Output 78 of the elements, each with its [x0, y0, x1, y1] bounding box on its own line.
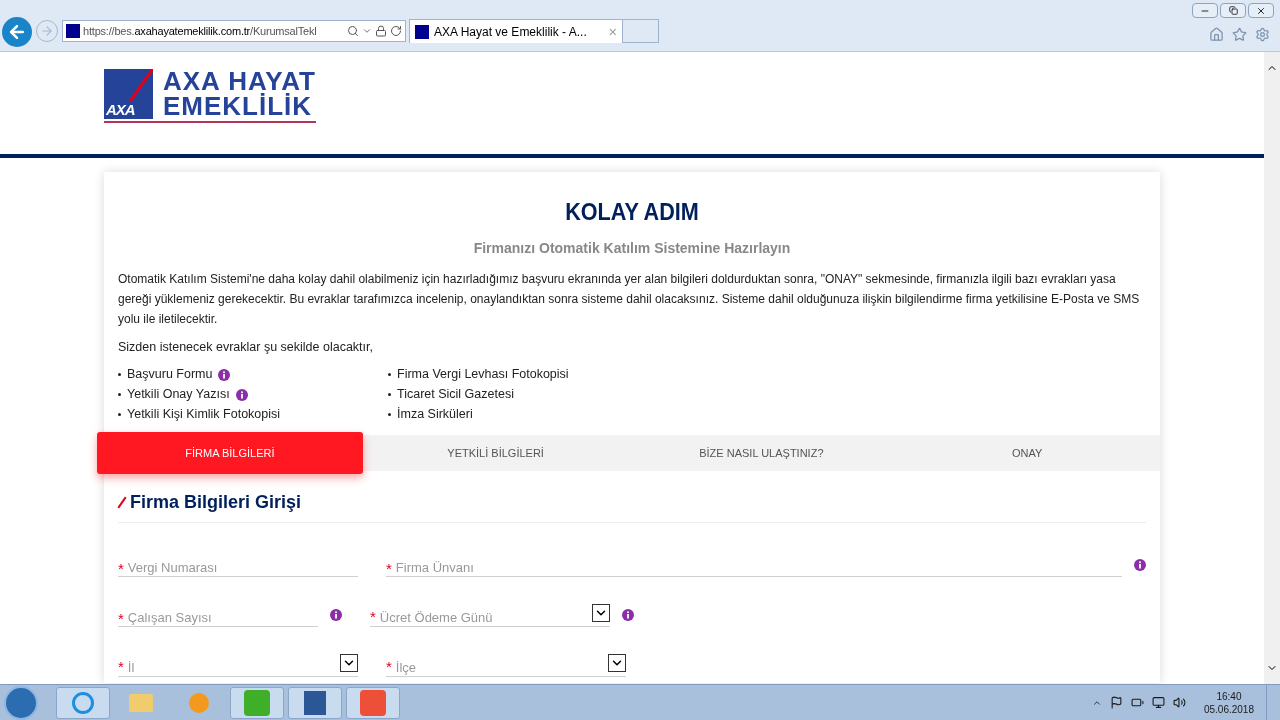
minimize-button[interactable]	[1192, 3, 1218, 18]
url-text: https://bes.axahayatemeklilik.com.tr/KurumsalTekl	[83, 23, 318, 39]
pencil-icon	[117, 496, 127, 509]
bullet-icon	[118, 393, 121, 397]
restore-icon	[1228, 6, 1238, 15]
document-item: Yetkili Onay Yazısı	[127, 386, 230, 404]
document-item: Yetkili Kişi Kimlik Fotokopisi	[127, 406, 281, 424]
select-field[interactable]: * Ücret Ödeme Günü	[370, 602, 610, 627]
required-mark: *	[386, 552, 396, 577]
section-title: Firma Bilgileri Girişi	[130, 490, 302, 514]
tab[interactable]: BİZE NASIL ULAŞTINIZ?	[628, 434, 895, 471]
list-intro: Sizden istenecek evraklar şu sekilde olacaktır,	[117, 339, 374, 356]
editor-taskbar-icon[interactable]	[346, 686, 400, 719]
document-item: Ticaret Sicil Gazetesi	[397, 386, 514, 404]
intro-paragraph: Otomatik Katılım Sistemi'ne daha kolay dahil olabilmeniz için hazırladığımız başvuru ekranında yer alan bilgileri doldurduktan sonra, "ONAY" sekmesinde, firmanızla ilgili bazı evrakları yasa gereği yüklemeniz gerekecektir. Bu evraklar tarafımızca incelenip, onaylandıktan sonra sisteme dahil olacaksınız. Sisteme dahil olduğunuza ilişkin bilgilendirme firma yetkilisine E-Posta ve SMS yolu ile iletilecektir.	[117, 271, 1141, 328]
select-placeholder: Ücret Ödeme Günü	[379, 610, 494, 626]
search-icon[interactable]	[347, 25, 359, 37]
select-field[interactable]: * İl	[118, 652, 358, 677]
info-icon[interactable]	[622, 608, 634, 621]
required-mark: *	[118, 602, 128, 627]
bullet-icon	[118, 373, 121, 377]
clock-date[interactable]: 05.06.2018	[1203, 702, 1254, 716]
required-mark: *	[118, 658, 124, 676]
word-taskbar-icon[interactable]	[288, 686, 342, 719]
document-item: Firma Vergi Levhası Fotokopisi	[397, 366, 569, 384]
logo-text: AXA HAYAT	[163, 69, 316, 94]
clock-time[interactable]: 16:40	[1216, 689, 1242, 703]
input-field[interactable]: Vergi Numarası	[127, 552, 358, 577]
home-icon[interactable]	[1209, 27, 1224, 42]
logo-text: EMEKLİLİK	[163, 94, 314, 119]
caret-icon[interactable]	[362, 26, 372, 36]
bullet-icon	[118, 413, 121, 417]
arrow-left-icon	[7, 22, 27, 42]
star-icon[interactable]	[1232, 27, 1247, 42]
select-placeholder: İl	[127, 660, 136, 676]
tab[interactable]: ONAY	[894, 434, 1160, 471]
settings-icon[interactable]	[1255, 27, 1270, 42]
info-icon[interactable]	[235, 388, 248, 401]
required-mark: *	[118, 552, 128, 577]
bullet-icon	[388, 393, 391, 397]
close-button[interactable]	[1248, 3, 1274, 18]
logo-mark: AXA	[106, 102, 135, 117]
company-logo[interactable]: AXA AXA HAYAT EMEKLİLİK	[104, 69, 316, 123]
document-item: İmza Sirküleri	[397, 406, 473, 424]
close-icon	[1256, 5, 1266, 16]
volume-icon[interactable]	[1172, 696, 1186, 709]
required-mark: *	[386, 658, 392, 676]
site-logo-icon	[415, 24, 429, 39]
required-mark: *	[370, 608, 376, 626]
address-bar[interactable]: https://bes.axahayatemeklilik.com.tr/KurumsalTekl	[62, 20, 406, 42]
site-logo-icon	[66, 24, 80, 38]
info-icon[interactable]	[218, 368, 231, 381]
refresh-icon[interactable]	[390, 25, 402, 37]
select-field[interactable]: * İlçe	[386, 652, 626, 677]
arrow-right-icon	[40, 24, 54, 38]
restore-button[interactable]	[1220, 3, 1246, 18]
select-placeholder: İlçe	[395, 660, 418, 676]
scrollbar[interactable]	[1264, 52, 1280, 684]
document-item: Başvuru Formu	[127, 366, 213, 384]
info-icon[interactable]	[1134, 558, 1146, 571]
input-field[interactable]: Firma Ünvanı	[395, 552, 1122, 577]
info-icon[interactable]	[330, 608, 342, 621]
page-subtitle: Firmanızı Otomatik Katılım Sistemine Hazırlayın	[472, 239, 792, 258]
start-button[interactable]	[4, 685, 38, 720]
tab[interactable]: YETKİLİ BİLGİLERİ	[362, 434, 629, 471]
network-icon[interactable]	[1151, 696, 1165, 709]
back-button[interactable]	[2, 17, 32, 47]
flag-icon[interactable]	[1109, 696, 1123, 709]
page-title: KOLAY ADIM	[564, 198, 700, 226]
browser-tab[interactable]: AXA Hayat ve Emeklilik - A... ×	[409, 19, 623, 43]
bullet-icon	[388, 413, 391, 417]
browser-taskbar-icon[interactable]	[56, 686, 110, 719]
battery-icon[interactable]	[1130, 696, 1144, 709]
tab-title: AXA Hayat ve Emeklilik - A...	[434, 23, 588, 41]
tab[interactable]: FİRMA BİLGİLERİ	[97, 431, 363, 474]
bullet-icon	[388, 373, 391, 377]
lock-icon	[375, 25, 387, 37]
input-field[interactable]: Çalışan Sayısı	[127, 602, 318, 627]
